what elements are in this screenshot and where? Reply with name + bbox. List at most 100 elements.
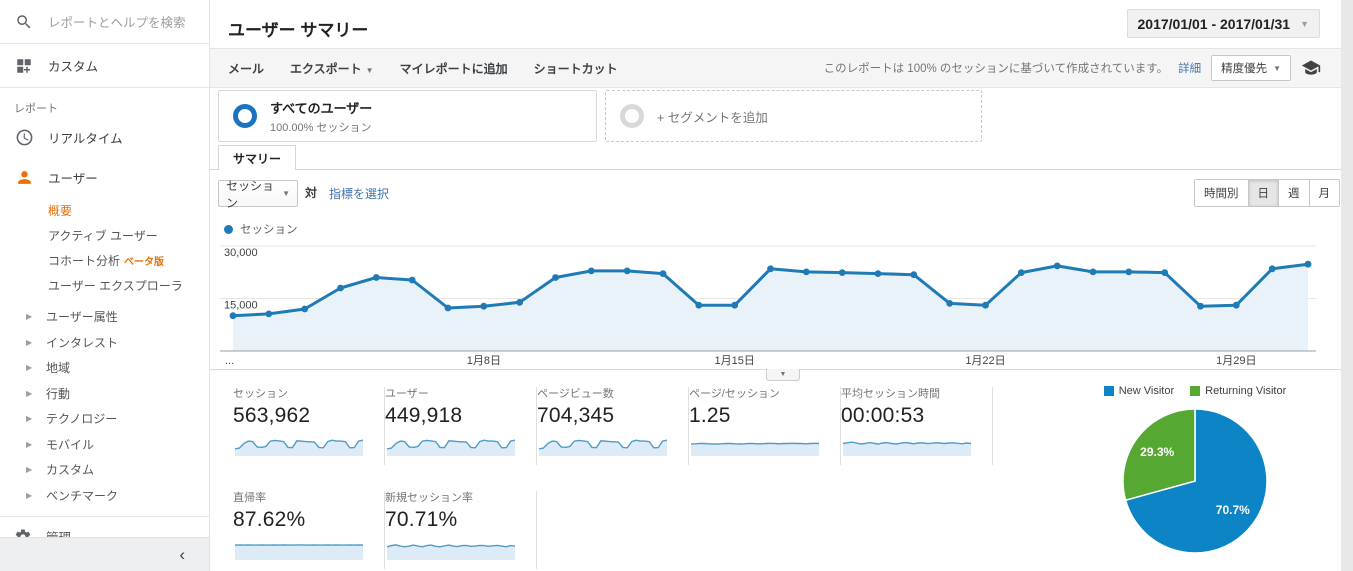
customization-label: カスタム — [48, 60, 99, 74]
svg-text:1月22日: 1月22日 — [965, 355, 1005, 367]
subitem-label: アクティブ ユーザー — [48, 229, 158, 243]
chevron-down-icon: ▼ — [1300, 18, 1309, 29]
svg-text:1月8日: 1月8日 — [467, 355, 501, 367]
toolbar-action-button[interactable]: メール — [228, 60, 264, 77]
pie-slice-label: 70.7% — [1216, 503, 1250, 517]
sidebar-subitem-item[interactable]: ユーザー エクスプローラ — [0, 273, 209, 298]
sidebar-section-reports: レポート — [14, 103, 58, 115]
card-separator — [536, 491, 537, 569]
item-label: ユーザー属性 — [46, 310, 118, 325]
svg-text:...: ... — [225, 355, 234, 367]
metric-card-3[interactable]: ページ/セッション 1.25 — [689, 385, 841, 465]
svg-text:1月15日: 1月15日 — [714, 355, 754, 367]
sidebar-item-users[interactable]: ユーザー — [0, 160, 209, 194]
toolbar-action-button[interactable]: エクスポート ▼ — [290, 60, 374, 77]
granularity-button-週[interactable]: 週 — [1278, 180, 1309, 206]
toolbar-action-button[interactable]: ショートカット — [534, 60, 618, 77]
legend-dot-icon — [224, 224, 233, 234]
metric-select-dropdown[interactable]: セッション ▼ — [218, 179, 298, 210]
segment-title: すべてのユーザー — [270, 100, 373, 116]
report-toolbar: メール エクスポート ▼ マイレポートに追加 ショートカット このレポートは 100% … — [210, 48, 1341, 88]
search-box[interactable]: レポートとヘルプを検索 — [0, 0, 209, 44]
metric-label: セッション — [233, 388, 288, 400]
metric-card-1[interactable]: 新規セッション率 70.71% — [385, 489, 537, 569]
sidebar-subitem-overview-active[interactable]: 概要 — [0, 198, 209, 223]
granularity-button-時間別[interactable]: 時間別 — [1195, 180, 1248, 206]
sidebar-item-expandable[interactable]: ▶ カスタム — [0, 457, 209, 483]
date-range-selector[interactable]: 2017/01/01 - 2017/01/31 ▼ — [1126, 9, 1320, 38]
users-label: ユーザー — [48, 171, 98, 186]
sampling-note: このレポートは 100% のセッションに基づいて作成されています。 — [823, 63, 1169, 75]
subitem-label: ユーザー エクスプローラ — [48, 279, 183, 293]
metric-sparkline — [234, 544, 364, 560]
segment-all-users[interactable]: すべてのユーザー 100.00% セッション — [218, 90, 597, 142]
search-icon — [14, 12, 34, 32]
item-label: テクノロジー — [46, 412, 118, 427]
sidebar-subitem-item[interactable]: コホート分析 ベータ版 — [0, 248, 209, 273]
metric-value: 449,918 — [385, 404, 463, 427]
metric-value: 704,345 — [537, 404, 615, 427]
expand-arrow-icon: ▶ — [26, 363, 33, 373]
vs-label: 対 — [305, 186, 318, 200]
add-segment-button[interactable]: + セグメントを追加 — [605, 90, 982, 142]
svg-text:1月29日: 1月29日 — [1216, 355, 1256, 367]
metric-value: 1.25 — [689, 404, 731, 427]
tab-summary[interactable]: サマリー — [218, 145, 297, 170]
metric-sparkline — [842, 441, 972, 456]
collapse-chevron-icon[interactable]: ‹ — [179, 546, 185, 563]
svg-text:15,000: 15,000 — [224, 300, 258, 312]
toolbar-action-button[interactable]: マイレポートに追加 — [400, 60, 508, 77]
metric-card-4[interactable]: 平均セッション時間 00:00:53 — [841, 385, 993, 465]
pie-legend-item: New Visitor — [1103, 385, 1174, 397]
page-scrollbar[interactable] — [1341, 0, 1353, 571]
expand-arrow-icon: ▶ — [26, 490, 33, 500]
subitem-label: 概要 — [48, 204, 73, 218]
sidebar-collapse-bar[interactable]: ‹ — [0, 537, 209, 571]
sidebar-item-expandable[interactable]: ▶ ユーザー属性 — [0, 304, 209, 330]
item-label: インタレスト — [46, 335, 119, 350]
expand-arrow-icon: ▶ — [26, 465, 33, 475]
granularity-button-日[interactable]: 日 — [1247, 180, 1278, 206]
pie-legend-item: Returning Visitor — [1190, 385, 1286, 397]
metric-card-0[interactable]: セッション 563,962 — [233, 385, 385, 465]
graduation-cap-icon[interactable] — [1301, 58, 1321, 78]
sidebar-item-realtime[interactable]: リアルタイム — [0, 120, 209, 154]
metric-value: 87.62% — [233, 508, 306, 531]
metric-sparkline — [234, 439, 364, 456]
chart-resize-handle[interactable]: ▼ — [766, 369, 800, 381]
metric-value: 563,962 — [233, 404, 311, 427]
chevron-down-icon: ▼ — [365, 65, 374, 75]
pie-slice-label: 29.3% — [1140, 445, 1174, 459]
select-metric-link[interactable]: 指標を選択 — [329, 185, 389, 202]
customization-icon — [14, 56, 34, 76]
chart-legend: セッション — [224, 221, 298, 237]
sidebar-item-expandable[interactable]: ▶ テクノロジー — [0, 406, 209, 432]
precision-dropdown[interactable]: 精度優先 ▼ — [1211, 55, 1291, 81]
sidebar-item-expandable[interactable]: ▶ ベンチマーク — [0, 483, 209, 509]
metric-sparkline — [538, 439, 668, 456]
metric-card-1[interactable]: ユーザー 449,918 — [385, 385, 537, 465]
sidebar-item-expandable[interactable]: ▶ 地域 — [0, 355, 209, 381]
expand-arrow-icon: ▶ — [26, 439, 33, 449]
visitor-type-pie-chart[interactable]: 70.7% 29.3% — [1119, 405, 1271, 557]
legend-label: セッション — [240, 224, 298, 236]
sidebar-item-expandable[interactable]: ▶ モバイル — [0, 432, 209, 458]
chevron-down-icon: ▼ — [1273, 63, 1281, 73]
sidebar-item-expandable[interactable]: ▶ 行動 — [0, 381, 209, 407]
expand-arrow-icon: ▶ — [26, 312, 33, 322]
sidebar-subitem-item[interactable]: アクティブ ユーザー — [0, 223, 209, 248]
metric-label: ページビュー数 — [537, 388, 614, 400]
details-link[interactable]: 詳細 — [1178, 60, 1201, 76]
sidebar: レポートとヘルプを検索 カスタム レポート リアルタイム ユーザー 概要アクティ… — [0, 0, 210, 571]
metric-card-2[interactable]: ページビュー数 704,345 — [537, 385, 689, 465]
realtime-label: リアルタイム — [48, 131, 123, 146]
app: レポートとヘルプを検索 カスタム レポート リアルタイム ユーザー 概要アクティ… — [0, 0, 1353, 571]
sidebar-item-customization[interactable]: カスタム — [0, 44, 209, 88]
legend-swatch-icon — [1103, 386, 1114, 396]
granularity-button-月[interactable]: 月 — [1308, 180, 1339, 206]
expand-arrow-icon: ▶ — [26, 337, 33, 347]
sessions-line-chart[interactable]: 30,000 15,000... 1月8日 1月15日 1月22日 1月29日 — [218, 238, 1318, 370]
metric-label: 新規セッション率 — [385, 492, 473, 504]
metric-card-0[interactable]: 直帰率 87.62% — [233, 489, 385, 569]
sidebar-item-expandable[interactable]: ▶ インタレスト — [0, 330, 209, 356]
